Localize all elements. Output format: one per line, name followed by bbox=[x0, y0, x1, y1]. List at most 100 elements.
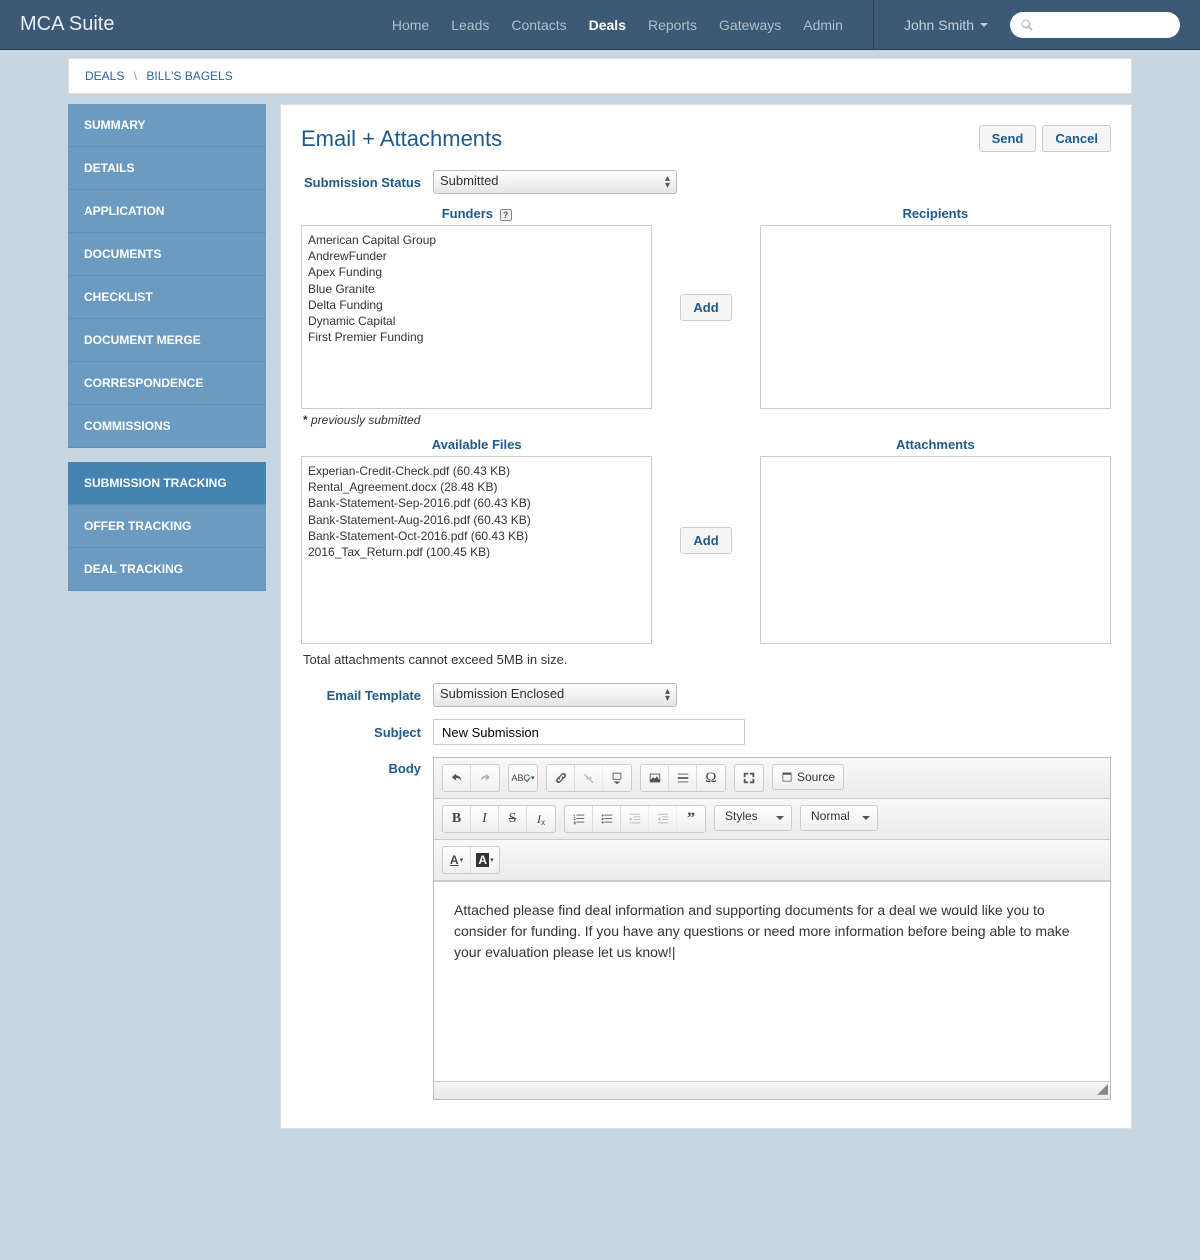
list-item[interactable]: Delta Funding bbox=[308, 297, 645, 313]
indent-icon[interactable] bbox=[649, 806, 677, 832]
italic-icon[interactable]: I bbox=[471, 806, 499, 832]
select-arrows-icon: ▴▾ bbox=[665, 175, 670, 189]
editor-body[interactable]: Attached please find deal information an… bbox=[434, 881, 1110, 1081]
spellcheck-icon[interactable]: ABC✔▾ bbox=[509, 765, 537, 791]
anchor-icon[interactable] bbox=[603, 765, 631, 791]
caret-down-icon bbox=[980, 23, 988, 27]
sidebar-item-correspondence[interactable]: CORRESPONDENCE bbox=[68, 362, 266, 405]
search-icon bbox=[1020, 18, 1034, 32]
sidebar-item-documents[interactable]: DOCUMENTS bbox=[68, 233, 266, 276]
list-item[interactable]: First Premier Funding bbox=[308, 329, 645, 345]
nav-reports[interactable]: Reports bbox=[648, 17, 697, 33]
nav-deals[interactable]: Deals bbox=[589, 17, 626, 33]
user-menu[interactable]: John Smith bbox=[904, 17, 988, 33]
list-item[interactable]: Bank-Statement-Aug-2016.pdf (60.43 KB) bbox=[308, 512, 645, 528]
nav-home[interactable]: Home bbox=[392, 17, 429, 33]
add-file-button[interactable]: Add bbox=[680, 527, 731, 554]
status-value: Submitted bbox=[440, 173, 499, 188]
resize-handle-icon[interactable]: ◢ bbox=[1097, 1080, 1108, 1097]
sidebar-item-document-merge[interactable]: DOCUMENT MERGE bbox=[68, 319, 266, 362]
bold-icon[interactable]: B bbox=[443, 806, 471, 832]
rich-text-editor: ABC✔▾ Ω bbox=[433, 757, 1111, 1100]
template-label: Email Template bbox=[301, 688, 421, 703]
page-title: Email + Attachments bbox=[301, 126, 502, 152]
limit-note: Total attachments cannot exceed 5MB in s… bbox=[303, 652, 1111, 667]
nav-contacts[interactable]: Contacts bbox=[511, 17, 566, 33]
list-item[interactable]: Rental_Agreement.docx (28.48 KB) bbox=[308, 479, 645, 495]
help-icon[interactable]: ? bbox=[500, 209, 512, 221]
top-bar: MCA Suite Home Leads Contacts Deals Repo… bbox=[0, 0, 1200, 50]
nav-gateways[interactable]: Gateways bbox=[719, 17, 781, 33]
sidebar-item-submission-tracking[interactable]: SUBMISSION TRACKING bbox=[68, 462, 266, 505]
list-item[interactable]: Dynamic Capital bbox=[308, 313, 645, 329]
select-arrows-icon: ▴▾ bbox=[665, 688, 670, 702]
recipients-listbox[interactable] bbox=[760, 225, 1111, 409]
breadcrumb-current[interactable]: BILL'S BAGELS bbox=[146, 69, 232, 83]
breadcrumb-separator: \ bbox=[134, 69, 137, 83]
sidebar: SUMMARY DETAILS APPLICATION DOCUMENTS CH… bbox=[68, 104, 266, 1129]
undo-icon[interactable] bbox=[443, 765, 471, 791]
search-input[interactable] bbox=[1040, 18, 1160, 32]
nav-admin[interactable]: Admin bbox=[803, 17, 843, 33]
sidebar-item-summary[interactable]: SUMMARY bbox=[68, 104, 266, 147]
send-button[interactable]: Send bbox=[979, 125, 1037, 152]
breadcrumb-deals[interactable]: DEALS bbox=[85, 69, 124, 83]
redo-icon[interactable] bbox=[471, 765, 499, 791]
template-select[interactable]: Submission Enclosed ▴▾ bbox=[433, 683, 677, 707]
strike-icon[interactable]: S bbox=[499, 806, 527, 832]
link-icon[interactable] bbox=[547, 765, 575, 791]
attachments-listbox[interactable] bbox=[760, 456, 1111, 644]
search-box[interactable] bbox=[1010, 12, 1180, 38]
recipients-label: Recipients bbox=[760, 206, 1111, 221]
list-item[interactable]: Blue Granite bbox=[308, 281, 645, 297]
subject-input[interactable] bbox=[433, 719, 745, 745]
source-button[interactable]: Source bbox=[772, 764, 844, 790]
status-select[interactable]: Submitted ▴▾ bbox=[433, 170, 677, 194]
attachments-label: Attachments bbox=[760, 437, 1111, 452]
list-item[interactable]: 2016_Tax_Return.pdf (100.45 KB) bbox=[308, 544, 645, 560]
subject-label: Subject bbox=[301, 725, 421, 740]
text-color-icon[interactable]: A▾ bbox=[443, 847, 471, 873]
brand: MCA Suite bbox=[20, 13, 114, 36]
body-label: Body bbox=[301, 757, 421, 1100]
nav-leads[interactable]: Leads bbox=[451, 17, 489, 33]
list-item[interactable]: Bank-Statement-Sep-2016.pdf (60.43 KB) bbox=[308, 495, 645, 511]
previously-submitted-note: * previously submitted bbox=[303, 413, 1111, 427]
list-item[interactable]: American Capital Group bbox=[308, 232, 645, 248]
cancel-button[interactable]: Cancel bbox=[1042, 125, 1111, 152]
list-item[interactable]: Apex Funding bbox=[308, 264, 645, 280]
blockquote-icon[interactable]: ” bbox=[677, 806, 705, 832]
top-nav: Home Leads Contacts Deals Reports Gatewa… bbox=[392, 0, 1180, 50]
list-item[interactable]: Bank-Statement-Oct-2016.pdf (60.43 KB) bbox=[308, 528, 645, 544]
main-panel: Email + Attachments Send Cancel Submissi… bbox=[280, 104, 1132, 1129]
image-icon[interactable] bbox=[641, 765, 669, 791]
hr-icon[interactable] bbox=[669, 765, 697, 791]
remove-format-icon[interactable]: Ix bbox=[527, 806, 555, 832]
sidebar-item-deal-tracking[interactable]: DEAL TRACKING bbox=[68, 548, 266, 591]
sidebar-item-checklist[interactable]: CHECKLIST bbox=[68, 276, 266, 319]
format-select[interactable]: Normal bbox=[800, 805, 878, 831]
user-name: John Smith bbox=[904, 17, 974, 33]
sidebar-item-details[interactable]: DETAILS bbox=[68, 147, 266, 190]
breadcrumb: DEALS \ BILL'S BAGELS bbox=[68, 58, 1132, 94]
add-funder-button[interactable]: Add bbox=[680, 294, 731, 321]
unlink-icon[interactable] bbox=[575, 765, 603, 791]
editor-footer: ◢ bbox=[434, 1081, 1110, 1099]
list-item[interactable]: AndrewFunder bbox=[308, 248, 645, 264]
template-value: Submission Enclosed bbox=[440, 686, 564, 701]
maximize-icon[interactable] bbox=[735, 765, 763, 791]
bullet-list-icon[interactable] bbox=[593, 806, 621, 832]
list-item[interactable]: Experian-Credit-Check.pdf (60.43 KB) bbox=[308, 463, 645, 479]
numbered-list-icon[interactable] bbox=[565, 806, 593, 832]
files-listbox[interactable]: Experian-Credit-Check.pdf (60.43 KB) Ren… bbox=[301, 456, 652, 644]
sidebar-item-application[interactable]: APPLICATION bbox=[68, 190, 266, 233]
styles-select[interactable]: Styles bbox=[714, 805, 792, 831]
outdent-icon[interactable] bbox=[621, 806, 649, 832]
nav-divider bbox=[873, 0, 874, 50]
sidebar-item-commissions[interactable]: COMMISSIONS bbox=[68, 405, 266, 448]
funders-listbox[interactable]: American Capital Group AndrewFunder Apex… bbox=[301, 225, 652, 409]
bg-color-icon[interactable]: A▾ bbox=[471, 847, 499, 873]
files-label: Available Files bbox=[301, 437, 652, 452]
special-char-icon[interactable]: Ω bbox=[697, 765, 725, 791]
sidebar-item-offer-tracking[interactable]: OFFER TRACKING bbox=[68, 505, 266, 548]
